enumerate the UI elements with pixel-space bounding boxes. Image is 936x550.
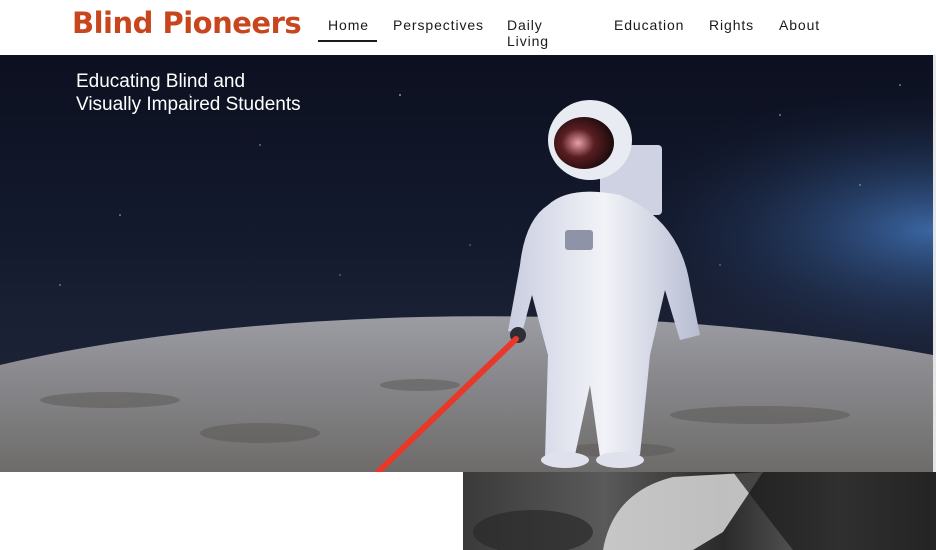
site-logo[interactable]: Blind Pioneers <box>72 6 302 40</box>
nav-perspectives[interactable]: Perspectives <box>393 17 484 33</box>
content-panel <box>0 472 463 550</box>
nav-home[interactable]: Home <box>328 17 369 33</box>
hero-title-line-1: Educating Blind and <box>76 71 246 92</box>
feature-image <box>463 472 936 550</box>
hero-title: Educating Blind and Visually Impaired St… <box>76 70 301 116</box>
nav-rights[interactable]: Rights <box>709 17 754 33</box>
hero-image <box>0 55 933 472</box>
site-header: Blind Pioneers Home Perspectives Daily L… <box>0 0 936 55</box>
feature-image-art <box>473 472 936 550</box>
nav-education[interactable]: Education <box>614 17 684 33</box>
nav-daily-living[interactable]: Daily Living <box>507 17 549 49</box>
hero-banner: Educating Blind and Visually Impaired St… <box>0 55 933 472</box>
hero-title-line-2: Visually Impaired Students <box>76 94 301 115</box>
nav-about[interactable]: About <box>779 17 820 33</box>
active-nav-indicator <box>318 40 377 42</box>
